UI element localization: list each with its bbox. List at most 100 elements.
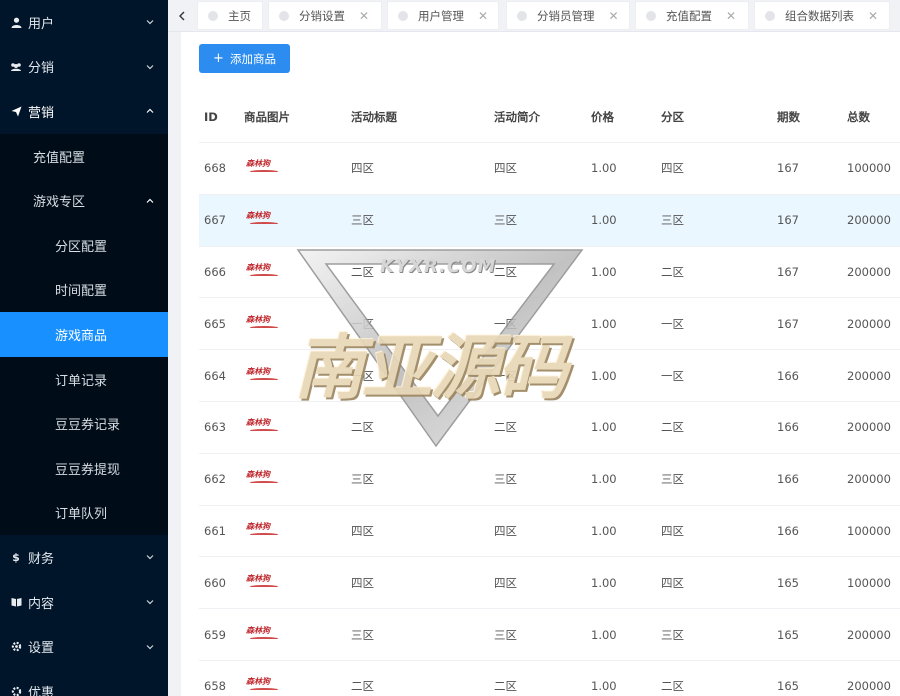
- header-id[interactable]: ID: [199, 110, 244, 124]
- cell-title: 四区: [351, 575, 374, 590]
- tab-distributor-management[interactable]: 分销员管理 ✕: [506, 1, 630, 30]
- sidebar-item-game-zone[interactable]: 游戏专区: [0, 178, 168, 223]
- menu-distribution[interactable]: 分销: [0, 45, 168, 90]
- tab-distribution-settings[interactable]: 分销设置 ✕: [268, 1, 382, 30]
- tab-label: 组合数据列表: [785, 8, 854, 23]
- main-content: + 添加商品 ID 商品图片 活动标题 活动简介 价格 分区 期数 总数 668…: [181, 32, 900, 696]
- cell-title: 一区: [351, 316, 374, 331]
- cell-period: 166: [777, 420, 799, 435]
- tabs-scroll-left-button[interactable]: [168, 0, 196, 32]
- table-row[interactable]: 658 森林狗 二区 二区 1.00 二区 165 200000: [199, 661, 900, 696]
- menu-marketing[interactable]: 营销: [0, 89, 168, 134]
- tab-label: 用户管理: [418, 8, 464, 23]
- chevron-down-icon: [146, 555, 154, 560]
- header-total: 总数: [847, 109, 870, 124]
- cell-period: 167: [777, 161, 799, 176]
- dollar-icon: $: [12, 550, 20, 564]
- product-thumbnail: 森林狗: [246, 676, 280, 696]
- sidebar-item-game-products[interactable]: 游戏商品: [0, 312, 168, 357]
- sidebar-item-coupon-withdraw[interactable]: 豆豆券提现: [0, 446, 168, 491]
- table-row[interactable]: 662 森林狗 三区 三区 1.00 三区 166 200000: [199, 454, 900, 506]
- sidebar: 用户 分销 营销 充值配置 游戏专区 分区配置 时间配置 游戏商品 订单记录 豆…: [0, 0, 168, 696]
- menu-user-label: 用户: [28, 16, 55, 32]
- cell-intro: 一区: [494, 316, 517, 331]
- cell-area: 三区: [661, 627, 684, 642]
- tab-recharge-config[interactable]: 充值配置 ✕: [635, 1, 749, 30]
- sidebar-item-order-queue[interactable]: 订单队列: [0, 491, 168, 536]
- cell-intro: 四区: [494, 161, 517, 176]
- cell-price: 1.00: [591, 575, 617, 590]
- close-icon[interactable]: ✕: [359, 9, 369, 23]
- marketing-submenu: 充值配置 游戏专区 分区配置 时间配置 游戏商品 订单记录 豆豆券记录 豆豆券提…: [0, 133, 168, 536]
- table-row[interactable]: 663 森林狗 二区 二区 1.00 二区 166 200000: [199, 402, 900, 454]
- cell-period: 165: [777, 627, 799, 642]
- menu-distribution-label: 分销: [28, 61, 55, 77]
- table-row[interactable]: 665 森林狗 一区 一区 1.00 一区 167 200000: [199, 298, 900, 351]
- header-image: 商品图片: [244, 109, 290, 124]
- chevron-down-icon: [146, 20, 154, 25]
- cell-price: 1.00: [591, 420, 617, 435]
- close-icon[interactable]: ✕: [726, 9, 736, 23]
- sidebar-item-order-records[interactable]: 订单记录: [0, 357, 168, 402]
- menu-discount-label: 优惠: [28, 685, 55, 696]
- close-icon[interactable]: ✕: [478, 9, 488, 23]
- tab-label: 分销设置: [299, 8, 345, 23]
- table-row[interactable]: 667 森林狗 三区 三区 1.00 三区 167 200000: [199, 194, 900, 247]
- table-body: 668 森林狗 四区 四区 1.00 四区 167 100000 667 森林狗 三区 三区 1.00 三…: [199, 143, 900, 696]
- cell-title: 一区: [351, 368, 374, 383]
- menu-finance[interactable]: $ 财务: [0, 535, 168, 580]
- chevron-down-icon: [146, 600, 154, 605]
- menu-content[interactable]: 内容: [0, 580, 168, 625]
- cell-intro: 三区: [494, 627, 517, 642]
- tabs-bar: 主页 分销设置 ✕ 用户管理 ✕ 分销员管理 ✕ 充值配置 ✕ 组合数据列表 ✕: [168, 0, 900, 32]
- tab-home[interactable]: 主页: [197, 1, 263, 30]
- add-product-button[interactable]: + 添加商品: [199, 44, 290, 73]
- menu-user[interactable]: 用户: [0, 0, 168, 45]
- plus-icon: +: [213, 51, 224, 66]
- cell-price: 1.00: [591, 523, 617, 538]
- table-row[interactable]: 664 森林狗 一区 一区 1.00 一区 166 200000: [199, 350, 900, 402]
- table-row[interactable]: 660 森林狗 四区 四区 1.00 四区 165 100000: [199, 557, 900, 610]
- chevron-up-icon: [146, 109, 154, 114]
- product-thumbnail-text: 森林狗: [246, 159, 270, 169]
- sidebar-item-coupon-records[interactable]: 豆豆券记录: [0, 401, 168, 446]
- gear-icon: [10, 641, 22, 653]
- product-thumbnail: 森林狗: [246, 521, 280, 541]
- sidebar-item-label: 游戏专区: [33, 195, 86, 211]
- product-thumbnail: 森林狗: [246, 262, 280, 282]
- menu-settings[interactable]: 设置: [0, 624, 168, 669]
- cell-image: 森林狗: [244, 314, 351, 334]
- table-row[interactable]: 659 森林狗 三区 三区 1.00 三区 165 200000: [199, 609, 900, 661]
- close-icon[interactable]: ✕: [868, 9, 878, 23]
- product-thumbnail: 森林狗: [246, 314, 280, 334]
- cell-area: 二区: [661, 264, 684, 279]
- table-row[interactable]: 668 森林狗 四区 四区 1.00 四区 167 100000: [199, 143, 900, 195]
- chevron-left-icon: [179, 11, 185, 21]
- sidebar-item-zone-config[interactable]: 分区配置: [0, 223, 168, 268]
- tab-combined-data-list[interactable]: 组合数据列表 ✕: [754, 1, 890, 30]
- product-thumbnail-text: 森林狗: [246, 366, 270, 376]
- table-row[interactable]: 666 森林狗 二区 二区 1.00 二区 167 200000: [199, 247, 900, 299]
- cell-title: 四区: [351, 523, 374, 538]
- cell-total: 200000: [847, 213, 891, 228]
- cell-id: 659: [204, 627, 226, 642]
- cell-image: 森林狗: [244, 521, 351, 541]
- book-icon: [10, 596, 22, 608]
- table-row[interactable]: 661 森林狗 四区 四区 1.00 四区 166 100000: [199, 506, 900, 558]
- cell-intro: 四区: [494, 523, 517, 538]
- tab-user-management[interactable]: 用户管理 ✕: [387, 1, 499, 30]
- product-thumbnail: 森林狗: [246, 158, 280, 178]
- cell-title: 四区: [351, 161, 374, 176]
- tab-status-dot: [279, 10, 289, 21]
- menu-discount[interactable]: 优惠: [0, 669, 168, 696]
- sidebar-item-time-config[interactable]: 时间配置: [0, 268, 168, 313]
- cell-image: 森林狗: [244, 366, 351, 386]
- cell-total: 200000: [847, 472, 891, 487]
- close-icon[interactable]: ✕: [609, 9, 619, 23]
- cell-id: 664: [204, 368, 226, 383]
- product-thumbnail-text: 森林狗: [246, 573, 270, 583]
- cell-image: 森林狗: [244, 573, 351, 593]
- products-table: ID 商品图片 活动标题 活动简介 价格 分区 期数 总数 668 森林狗 四区 四区…: [199, 91, 900, 696]
- cell-price: 1.00: [591, 368, 617, 383]
- sidebar-item-recharge-config[interactable]: 充值配置: [0, 134, 168, 179]
